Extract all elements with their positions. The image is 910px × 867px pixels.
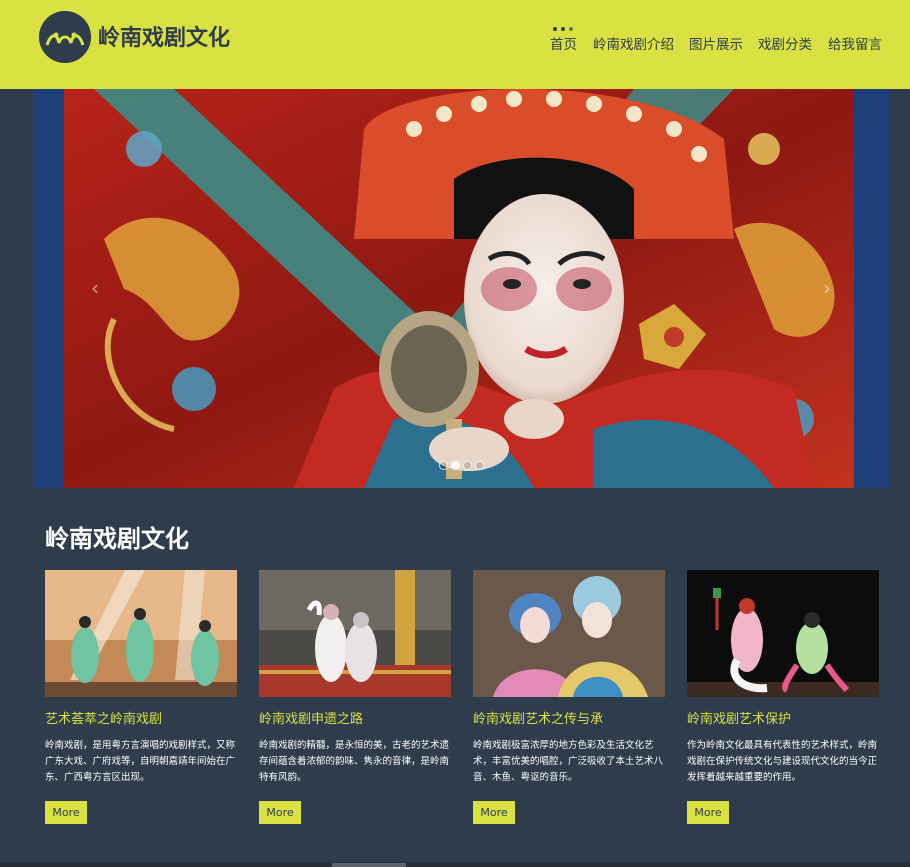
card-image[interactable] xyxy=(259,570,451,697)
nav-item-categories[interactable]: 戏剧分类 xyxy=(758,33,812,53)
card-title[interactable]: 艺术荟萃之岭南戏剧 xyxy=(45,708,162,727)
nav-item-intro[interactable]: 岭南戏剧介绍 xyxy=(593,33,674,53)
nav-active-indicator xyxy=(553,27,577,31)
article-card: 岭南戏剧艺术之传与承 岭南戏剧极富浓厚的地方色彩及生活文化艺术，丰富优美的唱腔，… xyxy=(473,570,665,830)
horizontal-scrollbar[interactable] xyxy=(0,862,910,867)
next-slide-icon[interactable]: › xyxy=(816,277,838,299)
slide-indicators xyxy=(439,461,489,471)
card-text: 岭南戏剧极富浓厚的地方色彩及生活文化艺术，丰富优美的唱腔，广泛吸收了本土艺术八音… xyxy=(473,740,664,783)
banner-slider[interactable]: ‹ › xyxy=(34,89,889,488)
scrollbar-thumb[interactable] xyxy=(332,863,406,867)
card-title[interactable]: 岭南戏剧艺术保护 xyxy=(687,708,791,727)
article-card: 岭南戏剧申遗之路 岭南戏剧的精髓，是永恒的美，古老的艺术遗存间蕴含着浓郁的韵味、… xyxy=(259,570,451,830)
card-text: 岭南戏剧的精髓，是永恒的美，古老的艺术遗存间蕴含着浓郁的韵味、隽永的音律，是岭南… xyxy=(259,740,450,783)
slide-dot-4[interactable] xyxy=(475,461,484,470)
more-button[interactable]: More xyxy=(259,801,301,824)
header: 岭南戏剧文化 首页 岭南戏剧介绍 图片展示 戏剧分类 给我留言 xyxy=(0,0,910,89)
prev-slide-icon[interactable]: ‹ xyxy=(84,277,106,299)
card-text: 岭南戏剧，是用粤方言演唱的戏剧样式，又称广东大戏、广府戏等，自明朝嘉靖年间始在广… xyxy=(45,740,236,783)
slide-dot-1[interactable] xyxy=(439,461,448,470)
slide-dot-3[interactable] xyxy=(463,461,472,470)
more-button[interactable]: More xyxy=(687,801,729,824)
card-title[interactable]: 岭南戏剧艺术之传与承 xyxy=(473,708,603,727)
card-image[interactable] xyxy=(45,570,237,697)
more-button[interactable]: More xyxy=(473,801,515,824)
article-card: 岭南戏剧艺术保护 作为岭南文化最具有代表性的艺术样式，岭南戏剧在保护传统文化与建… xyxy=(687,570,879,830)
nav-item-message[interactable]: 给我留言 xyxy=(828,33,882,53)
article-card: 艺术荟萃之岭南戏剧 岭南戏剧，是用粤方言演唱的戏剧样式，又称广东大戏、广府戏等，… xyxy=(45,570,237,830)
main-nav: 首页 岭南戏剧介绍 图片展示 戏剧分类 给我留言 xyxy=(0,27,910,55)
more-button[interactable]: More xyxy=(45,801,87,824)
nav-item-gallery[interactable]: 图片展示 xyxy=(689,33,743,53)
nav-item-home[interactable]: 首页 xyxy=(550,33,577,53)
card-image[interactable] xyxy=(473,570,665,697)
card-title[interactable]: 岭南戏剧申遗之路 xyxy=(259,708,363,727)
banner-image xyxy=(34,89,889,488)
card-text: 作为岭南文化最具有代表性的艺术样式，岭南戏剧在保护传统文化与建设现代文化的当今正… xyxy=(687,740,878,783)
card-image[interactable] xyxy=(687,570,879,697)
slide-dot-2[interactable] xyxy=(451,461,460,470)
section-title: 岭南戏剧文化 xyxy=(45,525,189,553)
